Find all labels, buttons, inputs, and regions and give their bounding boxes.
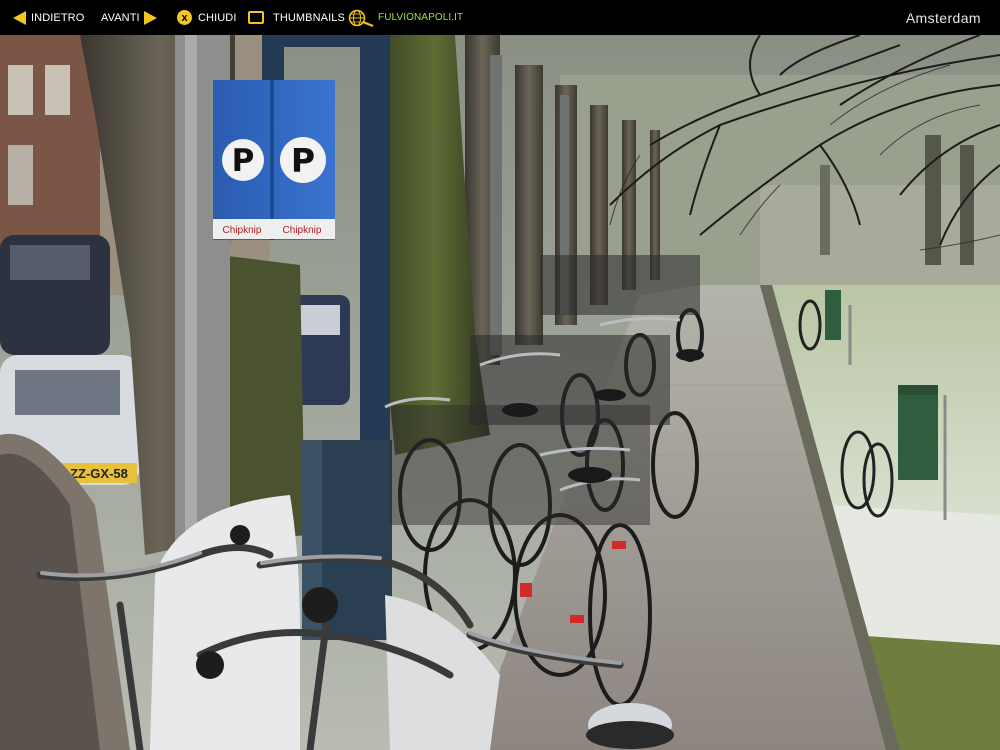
globe-icon	[348, 9, 374, 27]
site-label: FULVIONAPOLI.IT	[378, 12, 464, 23]
close-button[interactable]: x CHIUDI	[177, 0, 237, 35]
thumbnails-icon	[248, 11, 264, 24]
sign-brand-left: Chipknip	[223, 225, 262, 236]
sign-letter-left: P	[232, 143, 255, 179]
next-button[interactable]: AVANTI	[101, 0, 157, 35]
prev-button[interactable]: INDIETRO	[13, 0, 84, 35]
top-toolbar: INDIETRO AVANTI x CHIUDI THUMBNAILS FULV…	[0, 0, 1000, 35]
close-label: CHIUDI	[198, 11, 237, 24]
thumbnails-button[interactable]: THUMBNAILS	[248, 0, 345, 35]
close-icon: x	[177, 10, 192, 25]
page-title: Amsterdam	[905, 9, 981, 26]
sign-brand-right: Chipknip	[283, 225, 322, 236]
site-link[interactable]: FULVIONAPOLI.IT	[348, 0, 463, 35]
arrow-left-icon	[13, 10, 26, 25]
arrow-right-icon	[143, 10, 157, 25]
amsterdam-street-photo: ZZ-GX-58 P P Chipknip Chipknip	[0, 35, 1000, 750]
thumbnails-label: THUMBNAILS	[273, 11, 345, 24]
next-label: AVANTI	[101, 11, 140, 24]
sign-letter-right: P	[291, 141, 315, 180]
license-plate-text: ZZ-GX-58	[70, 466, 128, 481]
parking-sign: P P Chipknip Chipknip	[213, 80, 335, 240]
photo-viewer: ZZ-GX-58 P P Chipknip Chipknip	[0, 35, 1000, 750]
prev-label: INDIETRO	[31, 11, 85, 24]
